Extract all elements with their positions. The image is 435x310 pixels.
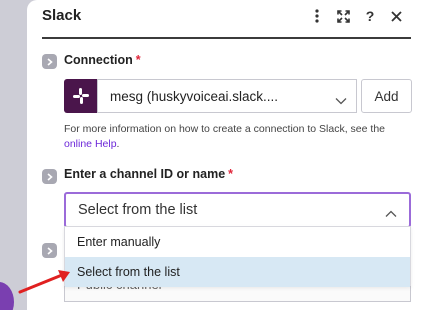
help-icon[interactable]: ? (360, 6, 380, 26)
channel-label-text: Enter a channel ID or name (64, 167, 226, 181)
chevron-right-icon[interactable] (42, 54, 57, 69)
slack-module-panel: Slack ? Connection * mesg (huskyvoiceai.… (27, 0, 435, 310)
required-mark: * (135, 53, 141, 67)
slack-logo-icon (64, 79, 98, 113)
connection-select[interactable]: mesg (huskyvoiceai.slack.... (97, 79, 357, 113)
help-text-suffix: . (116, 138, 120, 150)
online-help-link[interactable]: online Help (64, 138, 117, 150)
option-label: Select from the list (77, 265, 180, 279)
channel-dropdown-menu: Enter manually Select from the list (64, 226, 411, 287)
connection-label: Connection * (64, 53, 141, 67)
option-enter-manually[interactable]: Enter manually (65, 227, 410, 257)
panel-header: Slack ? (27, 0, 435, 38)
connection-help-text: For more information on how to create a … (64, 122, 414, 152)
connection-label-text: Connection (64, 53, 133, 67)
channel-select[interactable]: Select from the list (64, 192, 411, 228)
chevron-down-icon (335, 92, 347, 110)
close-icon[interactable] (386, 6, 406, 26)
connection-field: mesg (huskyvoiceai.slack.... Add (64, 79, 412, 113)
background-shape (0, 282, 14, 310)
channel-label: Enter a channel ID or name * (64, 167, 233, 181)
chevron-right-icon[interactable] (42, 243, 57, 258)
option-select-from-list[interactable]: Select from the list (65, 257, 410, 287)
connection-value: mesg (huskyvoiceai.slack.... (110, 89, 279, 104)
channel-select-value: Select from the list (78, 202, 198, 218)
header-divider (42, 37, 411, 39)
chevron-up-icon (385, 205, 397, 223)
option-label: Enter manually (77, 235, 161, 249)
required-mark: * (228, 167, 234, 181)
more-vertical-icon[interactable] (307, 6, 327, 26)
chevron-right-icon[interactable] (42, 169, 57, 184)
add-connection-button[interactable]: Add (361, 79, 412, 113)
expand-icon[interactable] (333, 6, 353, 26)
panel-title: Slack (42, 7, 82, 24)
help-text-prefix: For more information on how to create a … (64, 123, 386, 135)
